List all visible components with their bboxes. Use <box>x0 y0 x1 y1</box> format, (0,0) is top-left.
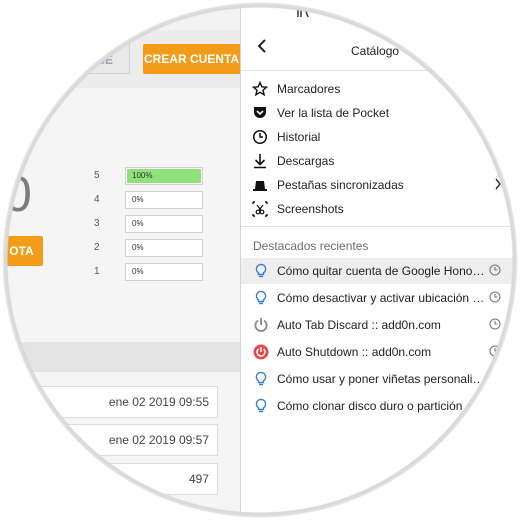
menu-title: Catálogo <box>351 44 400 58</box>
rating-star-label: 2 <box>94 242 100 253</box>
synced-tabs-icon <box>253 181 267 191</box>
recent-highlight-item[interactable]: Cómo clonar disco duro o partición <box>241 393 520 419</box>
menu-item-downloads[interactable]: Descargas <box>241 149 520 173</box>
library-toolbar-icon[interactable] <box>296 4 310 21</box>
rating-percent: 0% <box>132 219 144 228</box>
lightbulb-icon <box>255 371 267 386</box>
recent-highlight-label: Cómo clonar disco duro o partición <box>277 399 463 413</box>
pocket-icon <box>254 107 266 118</box>
recent-highlight-item[interactable]: Auto Tab Discard :: add0n.com <box>241 312 520 338</box>
menu-item-history[interactable]: Historial <box>241 125 520 149</box>
login-button[interactable]: SE <box>80 44 130 74</box>
recent-highlight-label: Cómo usar y poner viñetas personaliz… <box>277 372 487 386</box>
rating-bar: 0% <box>125 215 203 233</box>
info-row: 497 <box>18 463 218 495</box>
rating-percent: 0% <box>132 243 144 252</box>
menu-item-screenshots[interactable]: Screenshots <box>241 197 520 221</box>
library-menu-panel: Catálogo Marcadores Ver la lista de Pock… <box>240 0 520 520</box>
menu-item-label: Screenshots <box>277 202 344 216</box>
vote-button[interactable]: OTA <box>0 236 43 266</box>
recent-highlight-label: Cómo quitar cuenta de Google Honor… <box>277 264 487 278</box>
menu-item-label: Pestañas sincronizadas <box>277 178 404 192</box>
rating-star-label: 4 <box>94 194 100 205</box>
star-icon <box>252 81 268 97</box>
power-gray-icon <box>254 318 268 332</box>
menu-item-bookmarks[interactable]: Marcadores <box>241 77 520 101</box>
rating-bar: 0% <box>125 191 203 209</box>
screenshot-stage: SE CREAR CUENTA 0 OTA 5 100% 4 0% 3 0% 2 <box>0 0 520 520</box>
download-icon <box>254 154 266 169</box>
menu-item-label: Historial <box>277 130 321 144</box>
recent-highlight-item[interactable]: Cómo desactivar y activar ubicación G… <box>241 285 520 311</box>
clock-icon <box>489 345 501 357</box>
rating-bar: 0% <box>125 263 203 281</box>
create-account-button[interactable]: CREAR CUENTA <box>143 44 240 74</box>
lightbulb-icon <box>255 263 267 278</box>
rating-percent: 0% <box>132 195 144 204</box>
lightbulb-icon <box>255 290 267 305</box>
recent-highlights-heading: Destacados recientes <box>253 239 369 253</box>
chevron-right-icon <box>494 177 502 193</box>
rating-percent: 100% <box>132 171 153 180</box>
rating-star-label: 3 <box>94 218 100 229</box>
menu-item-synced-tabs[interactable]: Pestañas sincronizadas <box>241 173 520 197</box>
rating-bar: 0% <box>125 239 203 257</box>
screenshots-icon <box>252 201 268 217</box>
clock-icon <box>489 318 501 330</box>
recent-highlight-item[interactable]: Cómo usar y poner viñetas personaliz… <box>241 366 520 392</box>
lightbulb-icon <box>255 398 267 413</box>
menu-item-label: Marcadores <box>277 82 341 96</box>
recent-highlight-item[interactable]: Cómo quitar cuenta de Google Honor… <box>241 258 520 284</box>
clock-icon <box>489 264 501 276</box>
info-row: ene 02 2019 09:55 <box>18 386 218 418</box>
rating-star-label: 1 <box>94 266 100 277</box>
menu-item-pocket[interactable]: Ver la lista de Pocket <box>241 101 520 125</box>
menu-item-label: Descargas <box>277 154 335 168</box>
menu-divider <box>241 226 520 227</box>
rating-percent: 0% <box>132 267 144 276</box>
menu-item-label: Ver la lista de Pocket <box>277 106 390 120</box>
back-arrow-icon[interactable] <box>256 38 268 60</box>
history-clock-icon <box>252 129 268 145</box>
info-row: ene 02 2019 09:57 <box>18 424 218 456</box>
clock-icon <box>489 291 501 303</box>
rating-star-label: 5 <box>94 170 100 181</box>
recent-highlight-item[interactable]: Auto Shutdown :: add0n.com <box>241 339 520 365</box>
rating-score: 0 <box>4 166 32 222</box>
recent-highlight-label: Auto Tab Discard :: add0n.com <box>277 318 441 332</box>
recent-highlight-label: Cómo desactivar y activar ubicación G… <box>277 291 487 305</box>
rating-bar: 100% <box>125 167 203 185</box>
power-red-icon <box>253 344 269 360</box>
sidebar-toolbar-icon[interactable] <box>325 4 339 19</box>
menu-header: Catálogo <box>241 30 520 71</box>
recent-highlight-label: Auto Shutdown :: add0n.com <box>277 345 432 359</box>
section-header-bar <box>0 342 240 372</box>
